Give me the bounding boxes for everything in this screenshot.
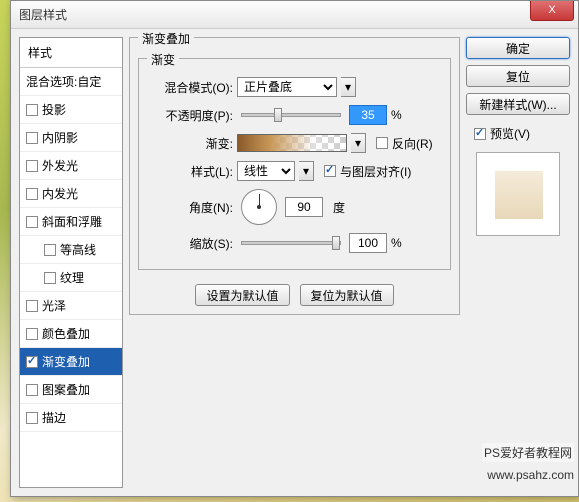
style-item-2[interactable]: 外发光 [20,152,122,180]
blend-options-item[interactable]: 混合选项:自定 [20,68,122,96]
preview-checkbox[interactable]: 预览(V) [474,125,570,142]
style-checkbox-icon[interactable] [26,132,38,144]
set-default-button[interactable]: 设置为默认值 [195,284,289,306]
style-item-label: 描边 [42,409,66,426]
style-item-label: 等高线 [60,241,96,258]
align-chk-icon [324,165,336,177]
style-item-6[interactable]: 纹理 [20,264,122,292]
group-title: 渐变 [147,51,179,68]
style-item-label: 颜色叠加 [42,325,90,342]
style-item-5[interactable]: 等高线 [20,236,122,264]
watermark-text: PS爱好者教程网 [482,443,574,462]
angle-input[interactable] [285,197,323,217]
action-panel: 确定 复位 新建样式(W)... 预览(V) [466,37,570,488]
style-item-3[interactable]: 内发光 [20,180,122,208]
reset-default-button[interactable]: 复位为默认值 [300,284,394,306]
cancel-button[interactable]: 复位 [466,65,570,87]
degree-label: 度 [333,199,345,216]
style-checkbox-icon[interactable] [26,188,38,200]
style-select[interactable]: 线性 [237,161,295,181]
reverse-chk-icon [376,137,388,149]
dropdown-arrow-icon[interactable]: ▾ [341,77,356,97]
style-item-11[interactable]: 描边 [20,404,122,432]
style-item-8[interactable]: 颜色叠加 [20,320,122,348]
style-item-9[interactable]: 渐变叠加 [20,348,122,376]
style-item-7[interactable]: 光泽 [20,292,122,320]
style-label: 样式(L): [147,163,233,180]
gradient-dropdown-icon[interactable]: ▾ [351,133,366,153]
style-item-label: 投影 [42,101,66,118]
style-dropdown-icon[interactable]: ▾ [299,161,314,181]
style-item-label: 纹理 [60,269,84,286]
style-item-label: 光泽 [42,297,66,314]
ok-button[interactable]: 确定 [466,37,570,59]
dialog-title: 图层样式 [19,6,67,23]
style-item-0[interactable]: 投影 [20,96,122,124]
blend-mode-select[interactable]: 正片叠底 [237,77,337,97]
align-checkbox[interactable]: 与图层对齐(I) [324,163,411,180]
style-item-label: 图案叠加 [42,381,90,398]
gradient-group: 渐变 混合模式(O): 正片叠底 ▾ 不透明度(P): % 渐变: [138,58,451,270]
styles-header[interactable]: 样式 [20,38,122,68]
gradient-label: 渐变: [147,135,233,152]
scale-percent: % [391,236,402,250]
style-checkbox-icon[interactable] [26,412,38,424]
style-checkbox-icon[interactable] [26,300,38,312]
reverse-checkbox[interactable]: 反向(R) [376,135,433,152]
style-item-label: 斜面和浮雕 [42,213,102,230]
close-button[interactable]: X [530,1,574,21]
blend-mode-label: 混合模式(O): [147,79,233,96]
style-item-label: 内发光 [42,185,78,202]
percent-label: % [391,108,402,122]
opacity-input[interactable] [349,105,387,125]
scale-input[interactable] [349,233,387,253]
style-checkbox-icon[interactable] [26,216,38,228]
gradient-overlay-group: 渐变叠加 渐变 混合模式(O): 正片叠底 ▾ 不透明度(P): % [129,37,460,315]
layer-style-dialog: 图层样式 X 样式 混合选项:自定 投影内阴影外发光内发光斜面和浮雕等高线纹理光… [10,0,579,497]
preview-chk-icon [474,128,486,140]
style-item-label: 内阴影 [42,129,78,146]
new-style-button[interactable]: 新建样式(W)... [466,93,570,115]
opacity-slider[interactable] [241,113,341,117]
style-checkbox-icon[interactable] [26,384,38,396]
style-item-1[interactable]: 内阴影 [20,124,122,152]
style-item-label: 渐变叠加 [42,353,90,370]
opacity-label: 不透明度(P): [147,107,233,124]
style-checkbox-icon[interactable] [26,160,38,172]
titlebar[interactable]: 图层样式 X [11,1,578,29]
style-item-label: 外发光 [42,157,78,174]
gradient-preview[interactable] [237,134,347,152]
style-checkbox-icon[interactable] [26,104,38,116]
styles-list-panel: 样式 混合选项:自定 投影内阴影外发光内发光斜面和浮雕等高线纹理光泽颜色叠加渐变… [19,37,123,488]
style-checkbox-icon[interactable] [44,272,56,284]
style-checkbox-icon[interactable] [26,356,38,368]
preview-thumbnail [476,152,560,236]
angle-label: 角度(N): [147,199,233,216]
section-title: 渐变叠加 [138,30,194,47]
options-panel: 渐变叠加 渐变 混合模式(O): 正片叠底 ▾ 不透明度(P): % [129,37,460,488]
style-checkbox-icon[interactable] [44,244,56,256]
watermark-url: www.psahz.com [487,468,574,482]
scale-slider[interactable] [241,241,341,245]
angle-dial[interactable] [241,189,277,225]
style-item-10[interactable]: 图案叠加 [20,376,122,404]
style-checkbox-icon[interactable] [26,328,38,340]
style-item-4[interactable]: 斜面和浮雕 [20,208,122,236]
scale-label: 缩放(S): [147,235,233,252]
